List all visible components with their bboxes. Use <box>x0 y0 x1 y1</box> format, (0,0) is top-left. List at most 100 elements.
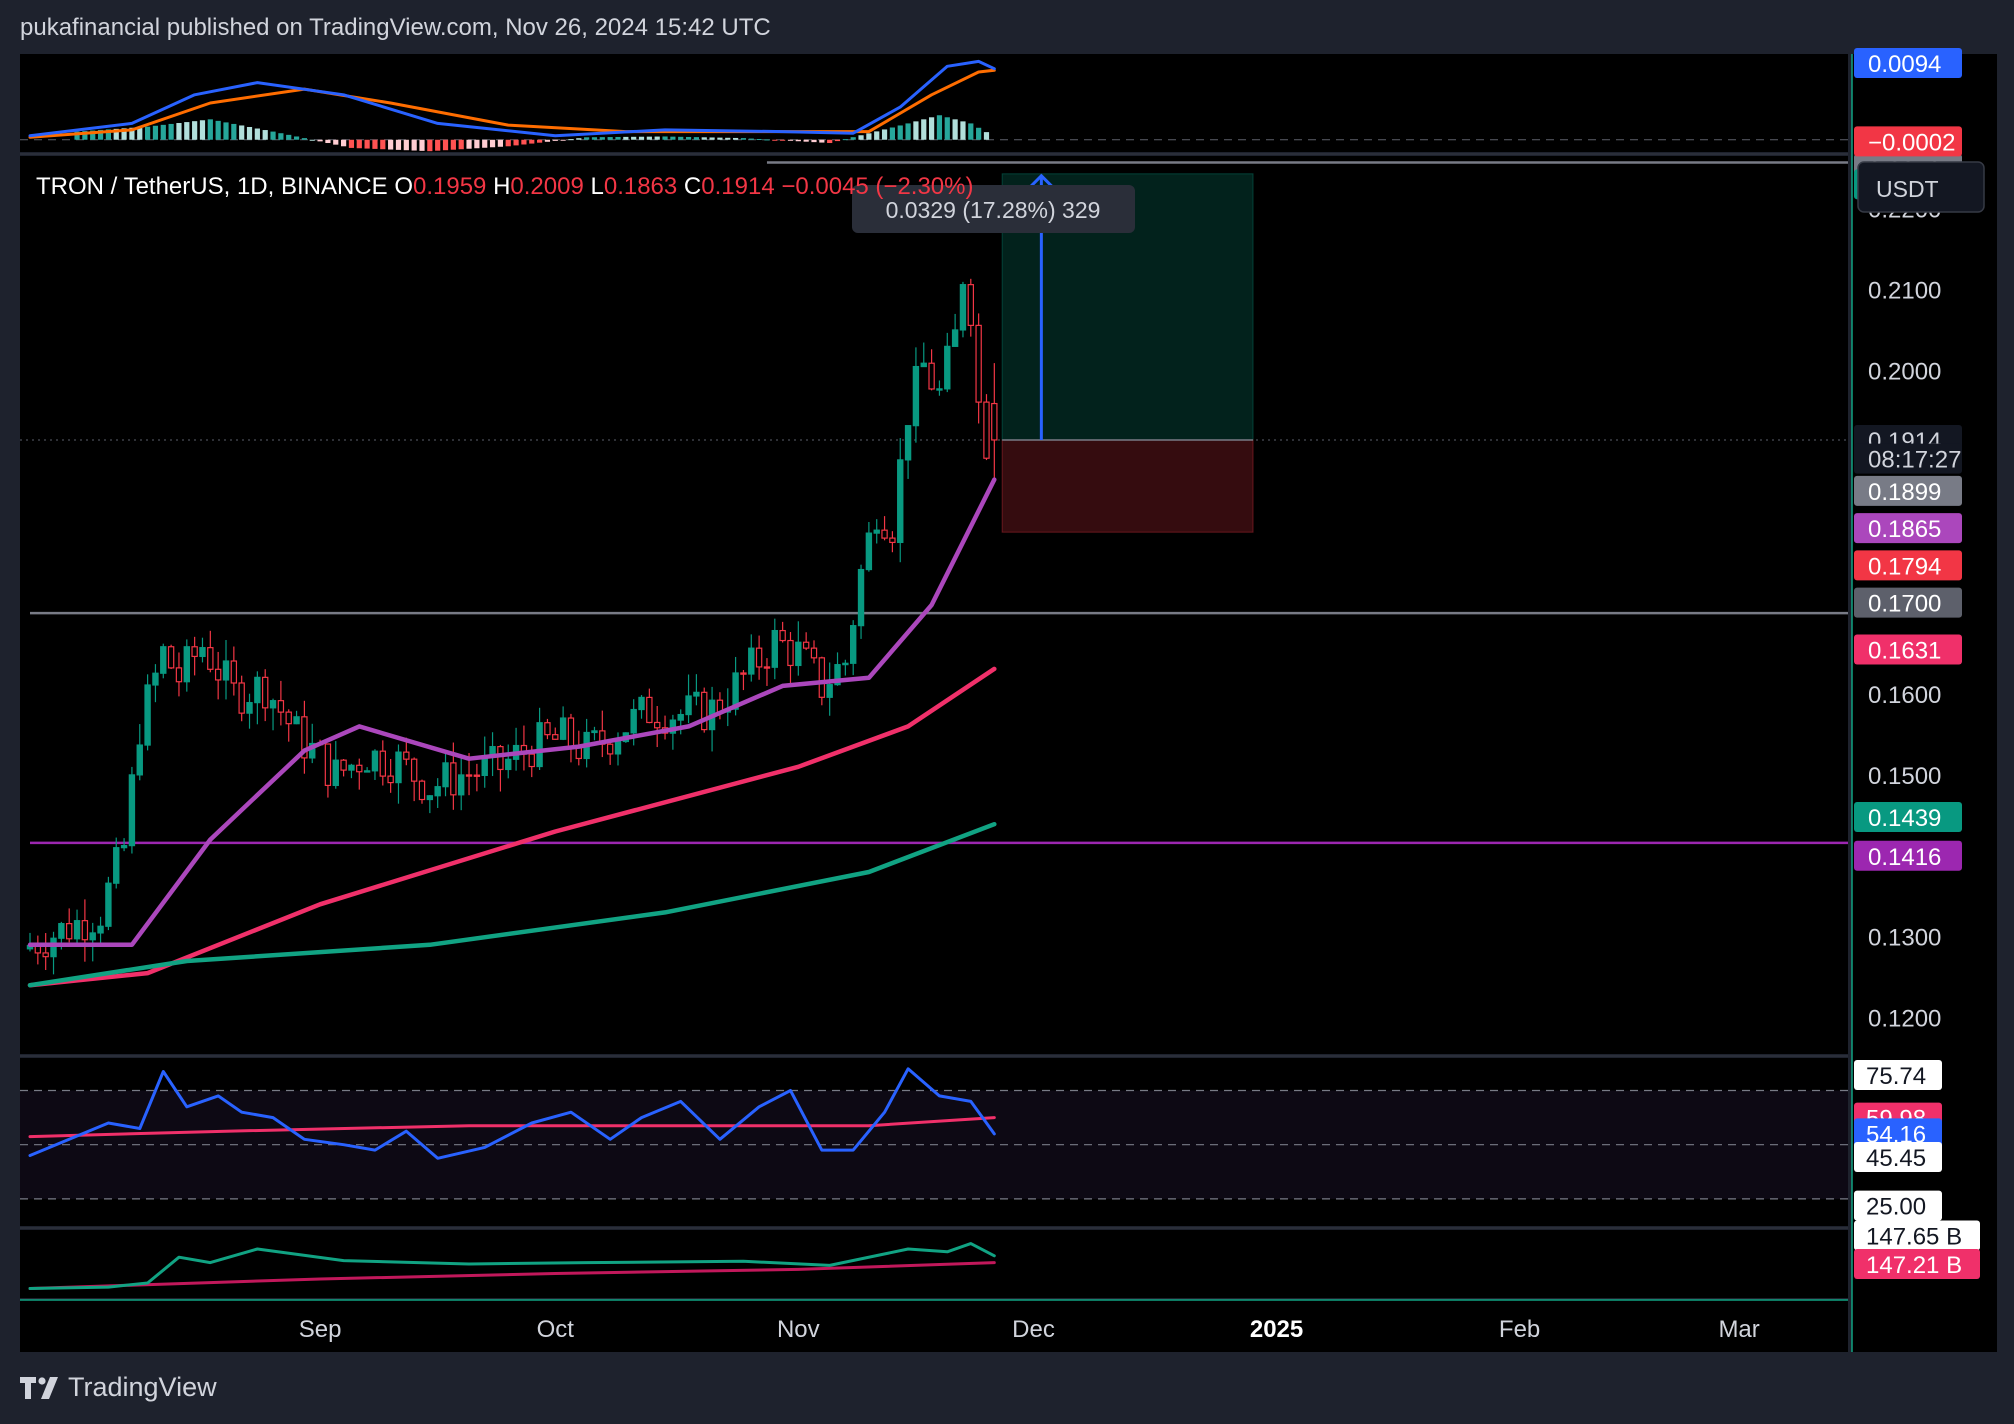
candle-body[interactable] <box>606 743 614 755</box>
candle-body[interactable] <box>842 662 849 666</box>
candle-body[interactable] <box>701 691 708 731</box>
candle-body[interactable] <box>293 716 300 725</box>
candle-body[interactable] <box>693 691 700 697</box>
candle-body[interactable] <box>755 647 763 668</box>
candle-body[interactable] <box>591 730 598 734</box>
candle-body[interactable] <box>175 667 183 683</box>
candle-body[interactable] <box>912 365 920 427</box>
candle-body[interactable] <box>653 721 661 729</box>
candle-body[interactable] <box>458 774 465 796</box>
candle-body[interactable] <box>748 647 755 675</box>
candle-body[interactable] <box>277 700 285 713</box>
candle-body[interactable] <box>191 646 198 658</box>
candle-body[interactable] <box>167 646 175 669</box>
candle-body[interactable] <box>442 762 449 788</box>
trading-chart[interactable]: 0.0329 (17.28%) 3290.22000.21000.20000.1… <box>0 0 2014 1424</box>
candle-body[interactable] <box>897 459 904 544</box>
candle-body[interactable] <box>505 758 512 771</box>
candle-body[interactable] <box>889 537 896 544</box>
candle-body[interactable] <box>983 401 990 459</box>
candle-body[interactable] <box>262 676 269 709</box>
candle-body[interactable] <box>552 734 559 740</box>
candle-body[interactable] <box>332 759 339 787</box>
candle-body[interactable] <box>81 920 89 941</box>
candle-body[interactable] <box>677 713 684 721</box>
candle-body[interactable] <box>183 646 190 683</box>
candle-body[interactable] <box>254 676 261 704</box>
candle-body[interactable] <box>246 702 253 714</box>
candle-body[interactable] <box>740 672 747 675</box>
candle-body[interactable] <box>340 759 347 771</box>
candle-body[interactable] <box>238 682 245 714</box>
candle-body[interactable] <box>630 708 637 734</box>
candle-body[interactable] <box>450 762 457 796</box>
candle-body[interactable] <box>567 717 575 749</box>
candle-body[interactable] <box>160 646 167 674</box>
candle-body[interactable] <box>881 529 888 539</box>
candle-body[interactable] <box>857 568 865 627</box>
candle-body[interactable] <box>528 753 535 768</box>
candle-body[interactable] <box>536 722 543 768</box>
candle-body[interactable] <box>97 925 104 934</box>
current-candle-body[interactable] <box>991 402 998 441</box>
candle-body[interactable] <box>214 668 222 681</box>
symbol-legend[interactable]: TRON / TetherUS, 1D, BINANCE O0.1959 H0.… <box>36 173 973 200</box>
candle-body[interactable] <box>975 324 982 403</box>
position-loss-zone[interactable] <box>1001 439 1254 533</box>
candle-body[interactable] <box>865 532 873 571</box>
candle-body[interactable] <box>120 845 128 849</box>
candle-body[interactable] <box>42 952 49 958</box>
candle-body[interactable] <box>802 641 810 649</box>
candle-body[interactable] <box>544 722 551 736</box>
candle-body[interactable] <box>113 847 120 884</box>
candle-body[interactable] <box>849 625 857 664</box>
candle-body[interactable] <box>920 362 927 368</box>
candle-body[interactable] <box>465 774 473 777</box>
candle-body[interactable] <box>207 647 214 670</box>
candle-body[interactable] <box>285 711 292 725</box>
candle-body[interactable] <box>951 329 959 347</box>
candle-body[interactable] <box>89 932 96 941</box>
candle-body[interactable] <box>818 657 826 698</box>
candle-body[interactable] <box>810 647 818 659</box>
candle-body[interactable] <box>904 425 912 461</box>
candle-body[interactable] <box>324 743 332 787</box>
candle-body[interactable] <box>269 700 277 709</box>
candle-body[interactable] <box>575 746 583 760</box>
candle-body[interactable] <box>771 629 779 668</box>
candle-body[interactable] <box>50 937 57 958</box>
candle-body[interactable] <box>928 362 935 390</box>
candle-body[interactable] <box>944 345 951 390</box>
candle-body[interactable] <box>795 641 802 667</box>
candle-body[interactable] <box>646 696 653 724</box>
candle-body[interactable] <box>403 751 410 760</box>
candle-body[interactable] <box>559 717 567 740</box>
candle-body[interactable] <box>199 647 206 658</box>
candle-body[interactable] <box>779 629 786 642</box>
candle-body[interactable] <box>638 696 645 711</box>
candle-body[interactable] <box>65 923 73 940</box>
candle-body[interactable] <box>826 684 833 698</box>
candle-body[interactable] <box>105 882 112 927</box>
candle-body[interactable] <box>959 284 967 331</box>
candle-body[interactable] <box>379 750 387 777</box>
candle-body[interactable] <box>387 775 394 784</box>
candle-body[interactable] <box>418 780 426 801</box>
candle-body[interactable] <box>363 770 371 773</box>
candle-body[interactable] <box>434 786 441 797</box>
candle-body[interactable] <box>356 764 363 773</box>
candle-body[interactable] <box>873 529 880 534</box>
time-axis[interactable] <box>20 1300 1848 1352</box>
candle-body[interactable] <box>144 684 151 746</box>
candle-body[interactable] <box>426 795 434 801</box>
candle-body[interactable] <box>473 774 481 777</box>
candle-body[interactable] <box>787 639 794 667</box>
candle-body[interactable] <box>497 746 504 771</box>
candle-body[interactable] <box>410 758 418 782</box>
candle-body[interactable] <box>371 750 379 772</box>
candle-body[interactable] <box>395 751 402 784</box>
candle-body[interactable] <box>936 388 943 391</box>
candle-body[interactable] <box>614 740 622 755</box>
candle-body[interactable] <box>348 764 355 771</box>
candle-body[interactable] <box>685 695 692 716</box>
